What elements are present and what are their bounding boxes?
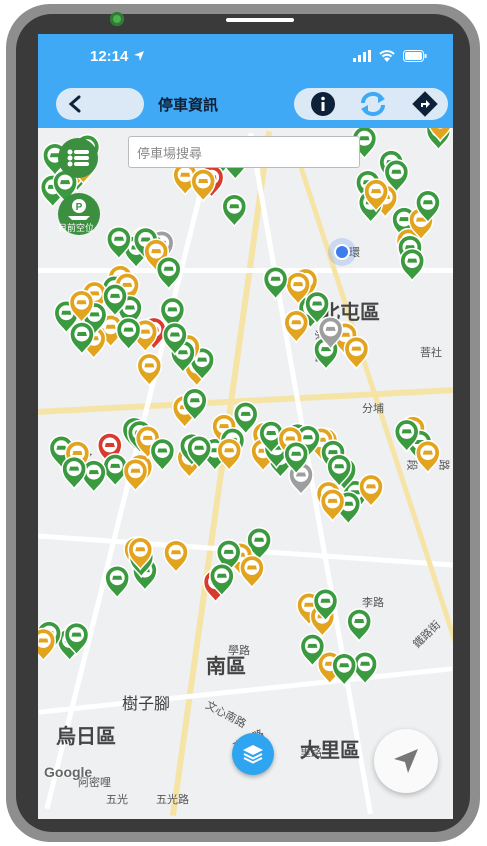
parking-lot-marker[interactable] <box>343 335 370 370</box>
parking-lot-marker[interactable] <box>149 437 176 472</box>
menu-button[interactable] <box>58 138 98 178</box>
parking-lot-marker[interactable] <box>104 564 130 600</box>
parking-lot-marker[interactable] <box>262 266 289 301</box>
refresh-icon <box>360 91 386 117</box>
chevron-left-icon <box>68 95 81 113</box>
parking-lot-marker[interactable] <box>155 255 182 291</box>
signal-icon <box>353 50 371 62</box>
map-view[interactable]: 北屯區 臺中 南區 大里區 烏日區 樹子腳 文心南路 東興路 五光路 五光 阿密… <box>38 128 453 819</box>
status-icons <box>353 50 427 62</box>
parking-lot-marker[interactable] <box>163 539 189 574</box>
navigation-arrow-icon <box>394 749 418 773</box>
google-attribution: Google <box>44 764 93 780</box>
map-layers-button[interactable] <box>232 733 274 775</box>
parking-lot-marker[interactable] <box>331 652 357 687</box>
parking-lot-marker[interactable] <box>221 193 248 228</box>
battery-icon <box>403 50 427 62</box>
parking-search-input[interactable]: 停車場搜尋 <box>128 136 360 168</box>
parking-availability-button[interactable]: P 目前空位 <box>56 192 102 236</box>
parking-lot-marker[interactable] <box>216 437 242 472</box>
svg-text:P: P <box>76 202 83 213</box>
directions-icon <box>412 91 438 117</box>
back-button[interactable] <box>56 88 144 120</box>
status-bar: 12:14 <box>38 34 453 82</box>
list-icon <box>67 149 89 167</box>
parking-lot-marker[interactable] <box>399 247 425 282</box>
parking-lot-marker[interactable] <box>346 608 372 643</box>
layers-icon <box>243 745 263 764</box>
info-button[interactable] <box>310 91 336 117</box>
parking-availability-label: 目前空位 <box>58 224 95 234</box>
nav-bar: 停車資訊 <box>38 82 453 128</box>
parking-lot-marker[interactable] <box>239 554 265 589</box>
parking-lot-marker[interactable] <box>415 439 441 474</box>
speaker-slot <box>226 18 294 22</box>
my-location-button[interactable] <box>374 729 438 793</box>
app-screen: 12:14 停車資訊 北屯區 南區 大里區 烏日區 樹子腳 文心南路 五光路 五… <box>38 34 453 819</box>
location-arrow-icon <box>133 51 144 61</box>
parking-lot-marker[interactable] <box>61 455 87 490</box>
page-title: 停車資訊 <box>158 96 219 114</box>
parking-lot-marker[interactable] <box>283 309 310 344</box>
action-button-group <box>294 88 448 120</box>
camera-icon <box>110 12 124 26</box>
info-icon <box>311 92 335 116</box>
parking-lot-marker[interactable] <box>115 316 142 351</box>
status-time: 12:14 <box>90 48 145 65</box>
parking-lot-marker[interactable] <box>136 352 163 387</box>
wifi-icon <box>379 50 395 62</box>
parking-lot-marker[interactable] <box>122 457 149 493</box>
refresh-button[interactable] <box>358 91 388 117</box>
directions-button[interactable] <box>412 91 438 117</box>
parking-lot-marker[interactable] <box>38 627 57 662</box>
search-placeholder: 停車場搜尋 <box>137 147 203 162</box>
